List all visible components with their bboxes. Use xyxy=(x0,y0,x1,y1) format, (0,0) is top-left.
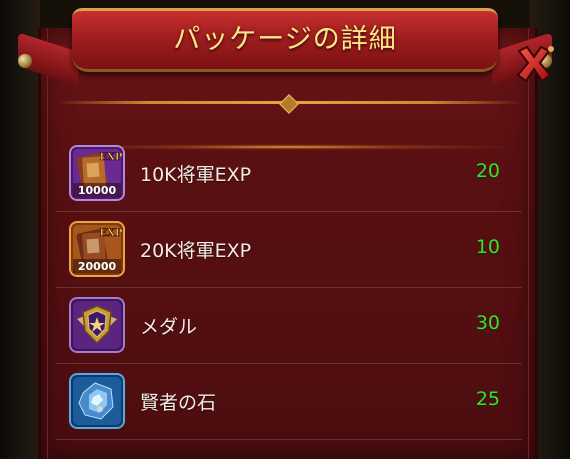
package-item-list: EXP 10000 10K将軍EXP 20 EXP 20000 20K将軍EXP… xyxy=(56,136,522,440)
svg-text:10000: 10000 xyxy=(78,184,117,197)
item-name: 10K将軍EXP xyxy=(140,164,252,186)
svg-text:EXP: EXP xyxy=(100,228,123,239)
exp-book-purple-icon[interactable]: EXP 10000 xyxy=(69,145,125,201)
item-name: 20K将軍EXP xyxy=(140,240,252,262)
item-quantity: 25 xyxy=(475,388,500,410)
item-quantity: 10 xyxy=(475,236,500,258)
exp-book-orange-icon[interactable]: EXP 20000 xyxy=(69,221,125,277)
close-button[interactable] xyxy=(512,42,556,86)
item-quantity: 20 xyxy=(475,160,500,182)
header-divider xyxy=(56,94,522,114)
svg-text:EXP: EXP xyxy=(100,152,123,163)
title-banner: パッケージの詳細 xyxy=(72,8,498,72)
close-icon xyxy=(516,45,554,83)
ornament-knob-left xyxy=(18,54,32,68)
item-quantity: 30 xyxy=(475,312,500,334)
item-name: メダル xyxy=(140,316,198,338)
list-item: EXP 10000 10K将軍EXP 20 xyxy=(56,136,522,212)
dialog-title: パッケージの詳細 xyxy=(173,24,397,55)
svg-text:20000: 20000 xyxy=(78,260,117,273)
list-item: EXP 20000 20K将軍EXP 10 xyxy=(56,212,522,288)
list-item: 賢者の石 25 xyxy=(56,364,522,440)
medal-icon[interactable] xyxy=(69,297,125,353)
sage-stone-icon[interactable] xyxy=(69,373,125,429)
item-name: 賢者の石 xyxy=(140,392,217,414)
list-item: メダル 30 xyxy=(56,288,522,364)
